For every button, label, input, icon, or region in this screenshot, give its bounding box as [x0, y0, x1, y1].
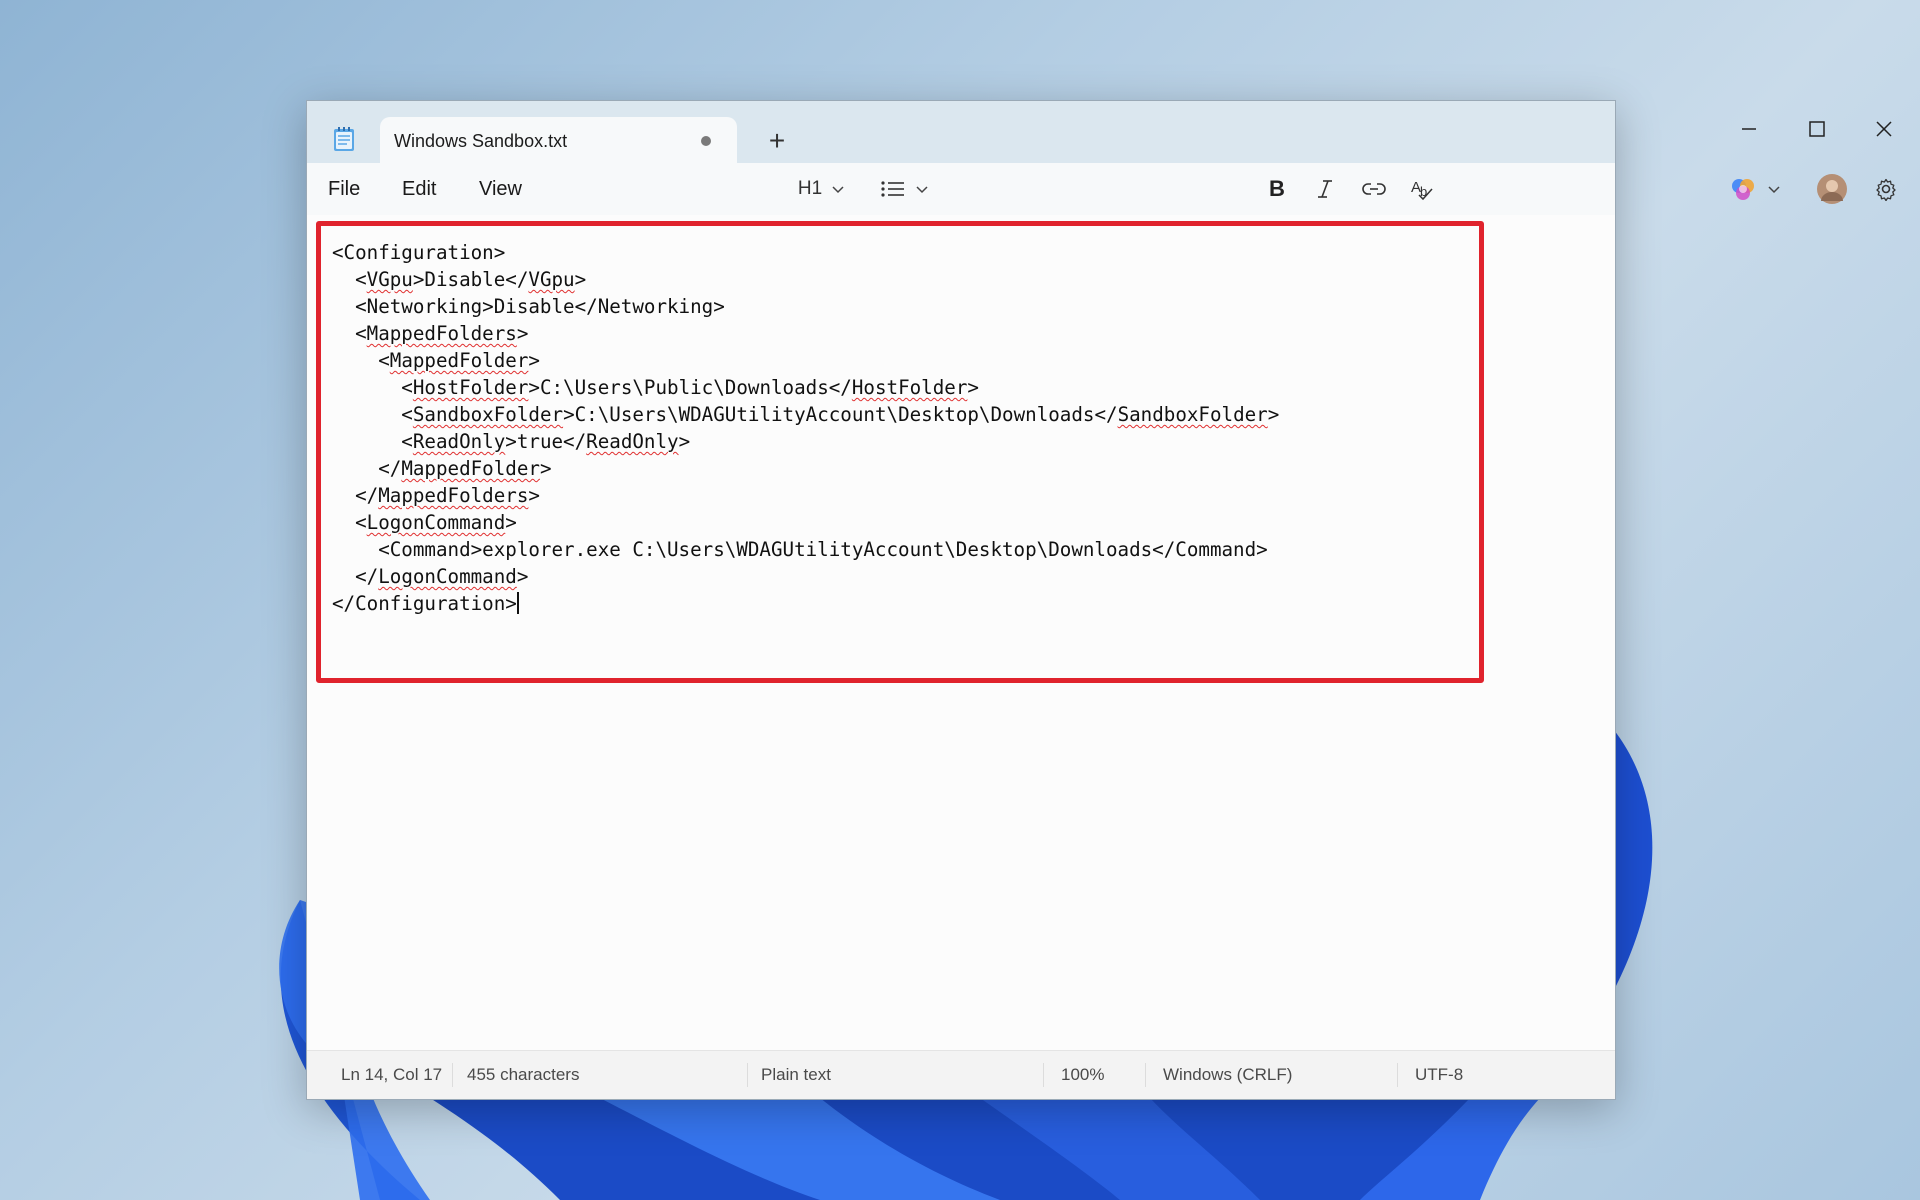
code-line: <Configuration>	[332, 241, 506, 264]
status-divider	[1043, 1063, 1044, 1087]
settings-button[interactable]	[1869, 173, 1903, 205]
status-divider	[452, 1063, 453, 1087]
heading-label: H1	[797, 178, 823, 199]
notepad-icon	[333, 126, 355, 152]
title-bar: Windows Sandbox.txt +	[307, 101, 1892, 163]
code-line: <HostFolder>C:\Users\Public\Downloads</H…	[332, 376, 979, 399]
cursor-position[interactable]: Ln 14, Col 17	[341, 1065, 442, 1085]
code-line: <LogonCommand>	[332, 511, 517, 534]
status-divider	[747, 1063, 748, 1087]
close-icon	[1876, 121, 1892, 137]
line-ending[interactable]: Windows (CRLF)	[1163, 1065, 1292, 1085]
minimize-button[interactable]	[1725, 111, 1771, 147]
close-button[interactable]	[1861, 111, 1907, 147]
new-tab-button[interactable]: +	[759, 123, 795, 159]
minimize-icon	[1742, 128, 1756, 130]
code-line: <SandboxFolder>C:\Users\WDAGUtilityAccou…	[332, 403, 1280, 426]
code-line: </MappedFolder>	[332, 457, 552, 480]
code-line: <VGpu>Disable</VGpu>	[332, 268, 587, 291]
text-format[interactable]: Plain text	[761, 1065, 831, 1085]
italic-icon	[1318, 180, 1332, 198]
menu-file[interactable]: File	[328, 178, 360, 201]
user-avatar-icon	[1817, 174, 1847, 204]
italic-button[interactable]	[1309, 173, 1341, 205]
copilot-icon	[1732, 179, 1754, 200]
clear-formatting-icon: A b	[1411, 179, 1433, 201]
character-count[interactable]: 455 characters	[467, 1065, 579, 1085]
zoom-level[interactable]: 100%	[1061, 1065, 1104, 1085]
list-dropdown[interactable]	[877, 173, 935, 205]
gear-icon	[1876, 178, 1896, 201]
code-line: </Configuration>	[332, 592, 519, 615]
code-line: <Command>explorer.exe C:\Users\WDAGUtili…	[332, 538, 1268, 561]
code-line: <ReadOnly>true</ReadOnly>	[332, 430, 691, 453]
avatar[interactable]	[1815, 173, 1849, 205]
code-line: </MappedFolders>	[332, 484, 540, 507]
heading-dropdown[interactable]: H1	[793, 173, 853, 205]
xml-content[interactable]: <Configuration> <VGpu>Disable</VGpu> <Ne…	[332, 239, 1279, 617]
unsaved-indicator-icon[interactable]	[701, 136, 711, 146]
status-divider	[1145, 1063, 1146, 1087]
code-line: <MappedFolders>	[332, 322, 529, 345]
notepad-window: Windows Sandbox.txt + File Edit View H1	[306, 100, 1896, 1100]
code-line: <MappedFolder>	[332, 349, 540, 372]
bulleted-list-icon	[881, 181, 904, 197]
menu-edit[interactable]: Edit	[402, 178, 436, 201]
link-icon	[1362, 183, 1386, 195]
menu-bar: File Edit View H1 B A b	[307, 163, 1896, 215]
chevron-down-icon	[832, 186, 844, 194]
text-editor[interactable]: <Configuration> <VGpu>Disable</VGpu> <Ne…	[307, 215, 1615, 1051]
code-line: </LogonCommand>	[332, 565, 529, 588]
maximize-button[interactable]	[1793, 111, 1839, 147]
code-line: <Networking>Disable</Networking>	[332, 295, 725, 318]
clear-formatting-button[interactable]: A b	[1405, 173, 1439, 205]
chevron-down-icon	[1768, 186, 1780, 194]
bold-icon: B	[1269, 176, 1285, 201]
maximize-icon	[1809, 121, 1825, 137]
tab-title: Windows Sandbox.txt	[394, 131, 568, 151]
menu-view[interactable]: View	[479, 178, 522, 201]
status-divider	[1397, 1063, 1398, 1087]
text-caret	[516, 592, 519, 614]
plus-icon: +	[768, 125, 786, 156]
chevron-down-icon	[916, 186, 928, 194]
encoding[interactable]: UTF-8	[1415, 1065, 1463, 1085]
copilot-dropdown[interactable]	[1727, 173, 1787, 205]
status-bar: Ln 14, Col 17 455 characters Plain text …	[307, 1050, 1615, 1099]
link-button[interactable]	[1357, 173, 1391, 205]
tab-windows-sandbox[interactable]: Windows Sandbox.txt	[380, 117, 737, 163]
bold-button[interactable]: B	[1261, 173, 1293, 205]
